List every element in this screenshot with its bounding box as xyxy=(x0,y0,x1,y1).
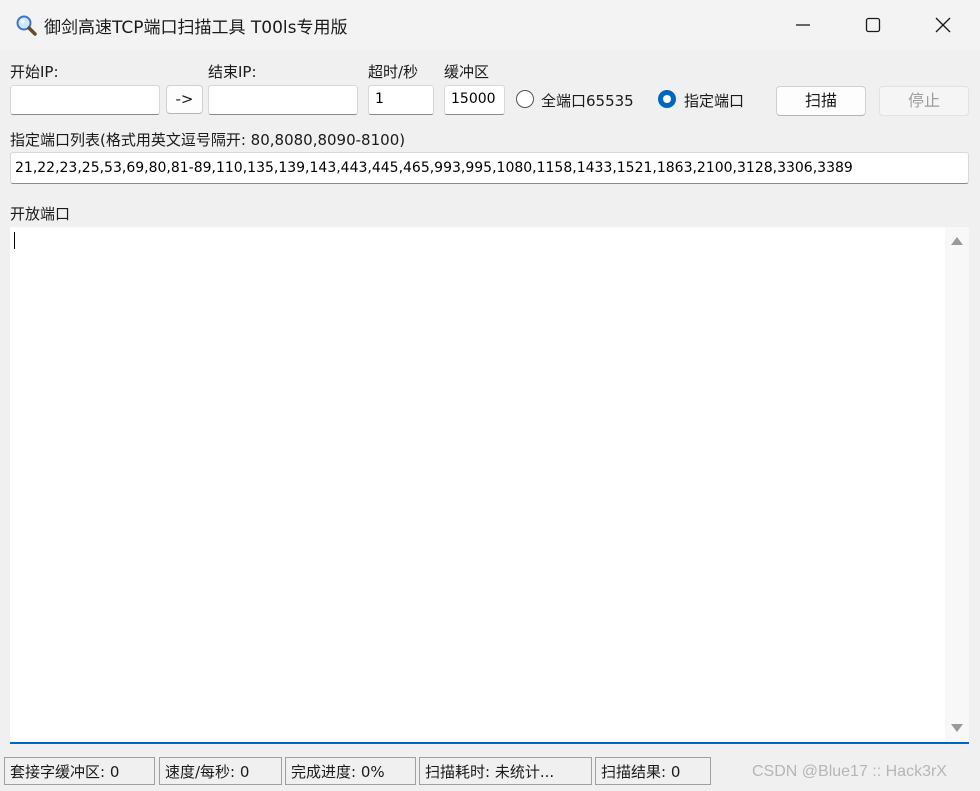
end-ip-label: 结束IP: xyxy=(208,63,257,81)
text-caret xyxy=(14,232,15,249)
buffer-input[interactable]: 15000 xyxy=(444,85,505,115)
magnifier-icon xyxy=(16,15,37,36)
window-title: 御剑高速TCP端口扫描工具 T00ls专用版 xyxy=(44,18,348,38)
close-button[interactable] xyxy=(908,0,978,50)
timeout-input[interactable]: 1 xyxy=(368,85,434,115)
open-ports-output[interactable] xyxy=(10,227,969,744)
start-ip-input[interactable] xyxy=(10,85,160,115)
minimize-button[interactable] xyxy=(768,0,838,50)
open-ports-label: 开放端口 xyxy=(10,205,71,223)
all-ports-label[interactable]: 全端口65535 xyxy=(541,90,634,111)
stop-button[interactable]: 停止 xyxy=(879,86,969,116)
scan-button[interactable]: 扫描 xyxy=(776,86,866,116)
scroll-down-arrow-icon[interactable] xyxy=(951,724,963,732)
maximize-button[interactable] xyxy=(838,0,908,50)
port-list-label: 指定端口列表(格式用英文逗号隔开: 80,8080,8090-8100) xyxy=(10,131,406,149)
end-ip-input[interactable] xyxy=(208,85,358,115)
status-bar: 套接字缓冲区: 0 速度/每秒: 0 完成进度: 0% 扫描耗时: 未统计...… xyxy=(0,754,980,791)
maximize-icon xyxy=(865,17,881,33)
all-ports-radio[interactable] xyxy=(516,90,534,108)
specified-ports-label[interactable]: 指定端口 xyxy=(684,90,744,111)
status-socket-buffer: 套接字缓冲区: 0 xyxy=(4,757,155,785)
specified-ports-radio[interactable] xyxy=(658,90,676,108)
port-list-input[interactable]: 21,22,23,25,53,69,80,81-89,110,135,139,1… xyxy=(10,152,969,184)
timeout-label: 超时/秒 xyxy=(368,63,419,81)
app-window: 御剑高速TCP端口扫描工具 T00ls专用版 开始IP: 结束IP: 超时/秒 … xyxy=(0,0,980,791)
close-icon xyxy=(935,17,951,33)
start-ip-label: 开始IP: xyxy=(10,63,59,81)
status-speed: 速度/每秒: 0 xyxy=(159,757,282,785)
copy-ip-arrow-button[interactable]: -> xyxy=(166,85,203,114)
status-elapsed: 扫描耗时: 未统计... xyxy=(419,757,592,785)
minimize-icon xyxy=(796,24,810,26)
status-result: 扫描结果: 0 xyxy=(595,757,711,785)
watermark: CSDN @Blue17 :: Hack3rX xyxy=(752,763,947,780)
scroll-up-arrow-icon[interactable] xyxy=(951,237,963,245)
status-progress: 完成进度: 0% xyxy=(285,757,416,785)
title-bar[interactable]: 御剑高速TCP端口扫描工具 T00ls专用版 xyxy=(0,0,980,50)
buffer-label: 缓冲区 xyxy=(444,63,490,81)
output-scrollbar[interactable] xyxy=(945,227,969,742)
